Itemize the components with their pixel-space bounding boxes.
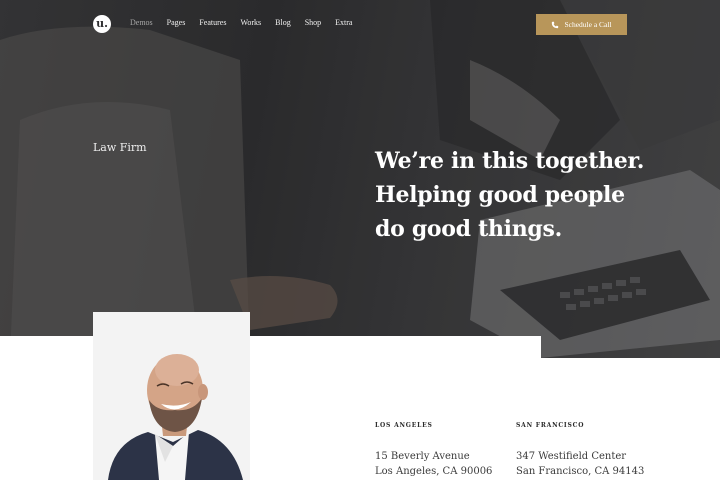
office-street: 347 Westifield Center bbox=[516, 451, 627, 462]
office-street: 15 Beverly Avenue bbox=[375, 451, 470, 462]
menu-item-demos[interactable]: Demos bbox=[130, 18, 153, 27]
hero-eyebrow: Law Firm bbox=[93, 141, 147, 154]
hero-headline-line: We’re in this together. bbox=[375, 148, 645, 174]
menu-item-extra[interactable]: Extra bbox=[335, 18, 352, 27]
hero-headline-line: Helping good people bbox=[375, 182, 625, 208]
hero-headline-line: do good things. bbox=[375, 216, 562, 242]
attorney-photo bbox=[93, 312, 250, 480]
phone-icon bbox=[552, 21, 559, 28]
brand-logo[interactable]: u. bbox=[93, 15, 111, 33]
menu-item-blog[interactable]: Blog bbox=[275, 18, 291, 27]
schedule-call-button[interactable]: Schedule a Call bbox=[536, 14, 627, 35]
menu-item-pages[interactable]: Pages bbox=[167, 18, 186, 27]
office-city: LOS ANGELES bbox=[375, 422, 433, 429]
office-city: SAN FRANCISCO bbox=[516, 422, 585, 429]
office-locality: Los Angeles, CA 90006 bbox=[375, 466, 493, 477]
hero-headline: We’re in this together. Helping good peo… bbox=[375, 144, 675, 246]
menu-item-features[interactable]: Features bbox=[199, 18, 226, 27]
menu-item-works[interactable]: Works bbox=[240, 18, 261, 27]
office-locality: San Francisco, CA 94143 bbox=[516, 466, 645, 477]
top-navigation: u. Demos Pages Features Works Blog Shop … bbox=[0, 0, 720, 48]
attorney-portrait bbox=[93, 312, 250, 480]
schedule-call-label: Schedule a Call bbox=[564, 20, 612, 29]
content-panel-edge bbox=[0, 336, 541, 358]
hero-section: u. Demos Pages Features Works Blog Shop … bbox=[0, 0, 720, 358]
main-menu: Demos Pages Features Works Blog Shop Ext… bbox=[130, 18, 366, 27]
office-los-angeles: LOS ANGELES 15 Beverly Avenue Los Angele… bbox=[375, 422, 492, 479]
office-san-francisco: SAN FRANCISCO 347 Westifield Center San … bbox=[516, 422, 644, 479]
menu-item-shop[interactable]: Shop bbox=[305, 18, 321, 27]
